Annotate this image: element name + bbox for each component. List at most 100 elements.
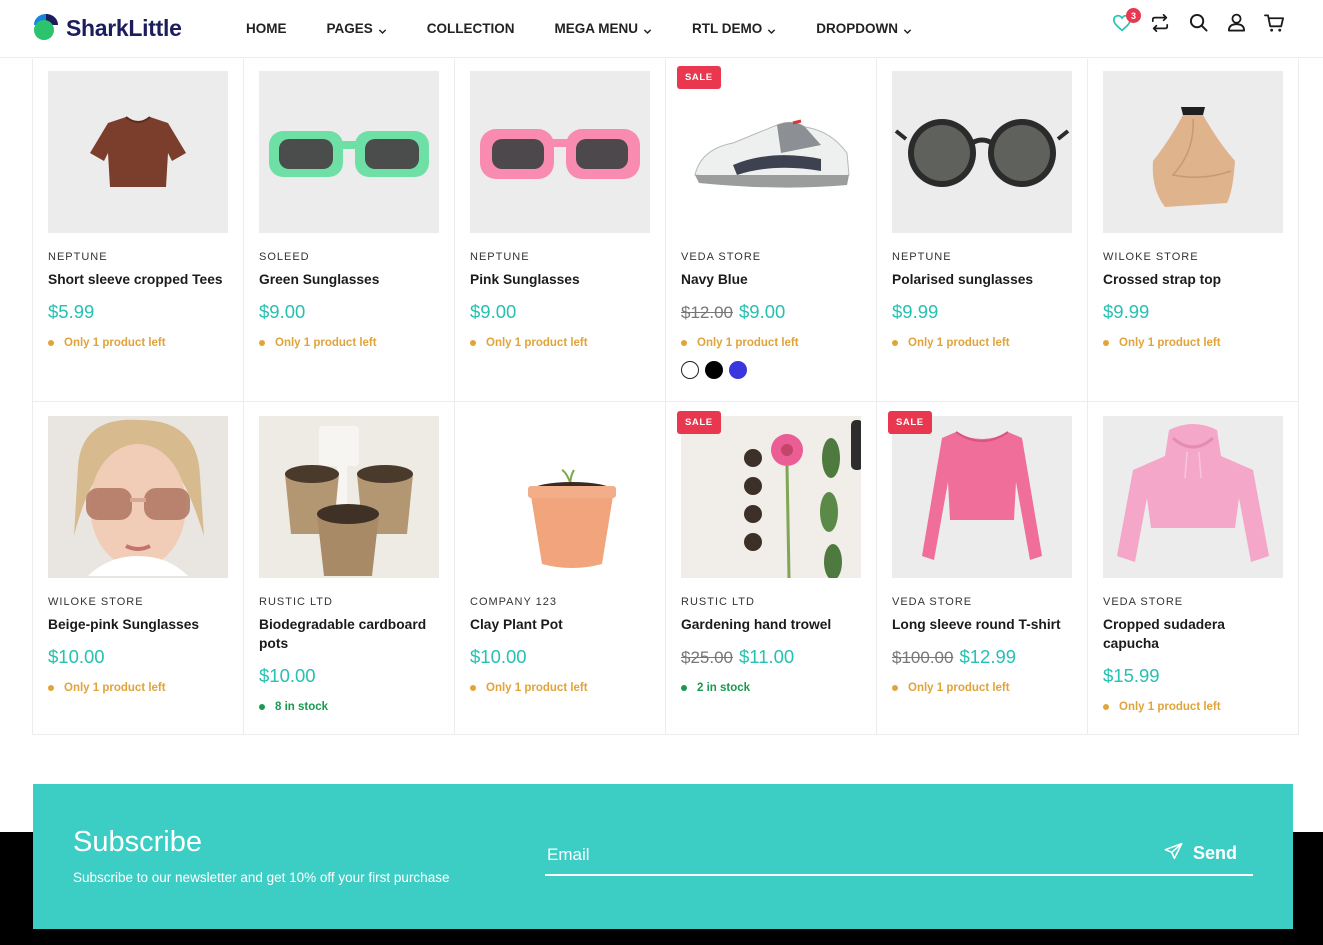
product-card[interactable]: RUSTIC LTD Biodegradable cardboard pots … (244, 402, 455, 735)
product-price: $10.00 (48, 646, 105, 667)
product-vendor: WILOKE STORE (48, 596, 144, 608)
logo-text: SharkLittle (66, 14, 182, 41)
product-price: $15.99 (1103, 665, 1160, 686)
sale-badge: SALE (677, 66, 721, 89)
send-label: Send (1192, 843, 1237, 863)
product-card[interactable]: VEDA STORE Cropped sudadera capucha $15.… (1088, 402, 1299, 735)
product-image[interactable] (259, 71, 439, 233)
product-price-row: $9.99 (892, 301, 1072, 323)
cart-icon (1263, 13, 1285, 38)
product-image[interactable] (681, 71, 861, 233)
product-vendor: VEDA STORE (1103, 596, 1184, 608)
stock-dot-icon (892, 340, 898, 346)
product-title[interactable]: Navy Blue (681, 270, 861, 289)
product-vendor: RUSTIC LTD (681, 596, 755, 608)
account-button[interactable] (1225, 13, 1247, 36)
stock-status: Only 1 product left (470, 337, 650, 349)
swatch-white[interactable] (681, 361, 699, 379)
product-image[interactable] (681, 416, 861, 578)
stock-status: Only 1 product left (259, 337, 439, 349)
nav-dropdown[interactable]: DROPDOWN (816, 21, 912, 36)
product-title[interactable]: Pink Sunglasses (470, 270, 650, 289)
product-vendor: SOLEED (259, 251, 310, 263)
product-card[interactable]: SALE RUSTIC LTD Gardening hand trowel $2… (666, 402, 877, 735)
product-image[interactable] (470, 416, 650, 578)
product-title[interactable]: Long sleeve round T-shirt (892, 615, 1072, 634)
nav-home[interactable]: HOME (246, 21, 287, 36)
product-grid: NEPTUNE Short sleeve cropped Tees $5.99 … (32, 59, 1299, 735)
subscribe-title: Subscribe (73, 826, 202, 858)
product-title[interactable]: Short sleeve cropped Tees (48, 270, 228, 289)
product-price: $5.99 (48, 301, 95, 322)
product-vendor: RUSTIC LTD (259, 596, 333, 608)
product-card[interactable]: SOLEED Green Sunglasses $9.00 Only 1 pro… (244, 59, 455, 402)
product-card[interactable]: WILOKE STORE Crossed strap top $9.99 Onl… (1088, 59, 1299, 402)
product-card[interactable]: SALE VEDA STORE Navy Blue $12.00 $9.00 O… (666, 59, 877, 402)
product-card[interactable]: WILOKE STORE Beige-pink Sunglasses $10.0… (33, 402, 244, 735)
stock-status: Only 1 product left (892, 337, 1072, 349)
swatch-black[interactable] (705, 361, 723, 379)
stock-dot-icon (1103, 704, 1109, 710)
product-title[interactable]: Polarised sunglasses (892, 270, 1072, 289)
color-swatches (681, 361, 861, 379)
product-vendor: WILOKE STORE (1103, 251, 1199, 263)
product-card[interactable]: NEPTUNE Pink Sunglasses $9.00 Only 1 pro… (455, 59, 666, 402)
nav-label: MEGA MENU (554, 20, 639, 36)
site-header: SharkLittle HOME PAGES COLLECTION MEGA M… (0, 0, 1323, 58)
product-title[interactable]: Clay Plant Pot (470, 615, 650, 634)
swatch-blue[interactable] (729, 361, 747, 379)
product-image[interactable] (892, 416, 1072, 578)
email-input[interactable] (545, 840, 1145, 870)
product-price: $10.00 (259, 665, 316, 686)
compare-icon (1150, 13, 1170, 37)
header-actions: 3 (1111, 8, 1285, 38)
nav-collection[interactable]: COLLECTION (427, 21, 515, 36)
stock-status: Only 1 product left (48, 682, 228, 694)
product-image[interactable] (1103, 71, 1283, 233)
product-card[interactable]: COMPANY 123 Clay Plant Pot $10.00 Only 1… (455, 402, 666, 735)
product-image[interactable] (259, 416, 439, 578)
product-title[interactable]: Crossed strap top (1103, 270, 1283, 289)
compare-button[interactable] (1149, 13, 1171, 37)
product-card[interactable]: SALE VEDA STORE Long sleeve round T-shir… (877, 402, 1088, 735)
product-image[interactable] (48, 71, 228, 233)
product-title[interactable]: Gardening hand trowel (681, 615, 861, 634)
stock-dot-icon (48, 685, 54, 691)
send-button[interactable]: Send (1164, 842, 1237, 865)
product-title[interactable]: Green Sunglasses (259, 270, 439, 289)
nav-label: PAGES (326, 20, 373, 36)
product-title[interactable]: Biodegradable cardboard pots (259, 615, 439, 653)
wishlist-button[interactable]: 3 (1111, 8, 1141, 36)
nav-pages[interactable]: PAGES (327, 21, 387, 36)
product-image[interactable] (1103, 416, 1283, 578)
product-compare-price: $25.00 (681, 648, 733, 667)
product-compare-price: $100.00 (892, 648, 954, 667)
nav-rtl-demo[interactable]: RTL DEMO (692, 21, 776, 36)
product-title[interactable]: Cropped sudadera capucha (1103, 615, 1283, 653)
stock-text: Only 1 product left (908, 337, 1010, 349)
product-price-row: $100.00 $12.99 (892, 646, 1072, 668)
stock-status: Only 1 product left (1103, 701, 1283, 713)
product-price: $9.00 (739, 301, 786, 322)
logo[interactable]: SharkLittle (32, 12, 182, 44)
product-price-row: $10.00 (48, 646, 228, 668)
nav-label: RTL DEMO (692, 20, 763, 36)
product-vendor: COMPANY 123 (470, 596, 558, 608)
product-price-row: $5.99 (48, 301, 228, 323)
stock-text: Only 1 product left (64, 682, 166, 694)
product-card[interactable]: NEPTUNE Short sleeve cropped Tees $5.99 … (33, 59, 244, 402)
product-price-row: $25.00 $11.00 (681, 646, 861, 668)
stock-status: Only 1 product left (470, 682, 650, 694)
stock-text: 2 in stock (697, 682, 751, 694)
product-image[interactable] (48, 416, 228, 578)
product-price-row: $12.00 $9.00 (681, 301, 861, 323)
product-card[interactable]: NEPTUNE Polarised sunglasses $9.99 Only … (877, 59, 1088, 402)
product-image[interactable] (470, 71, 650, 233)
nav-mega-menu[interactable]: MEGA MENU (555, 21, 653, 36)
cart-button[interactable] (1263, 13, 1285, 38)
stock-text: Only 1 product left (486, 337, 588, 349)
product-image[interactable] (892, 71, 1072, 233)
stock-status: 2 in stock (681, 682, 861, 694)
search-button[interactable] (1187, 13, 1209, 36)
product-title[interactable]: Beige-pink Sunglasses (48, 615, 228, 634)
